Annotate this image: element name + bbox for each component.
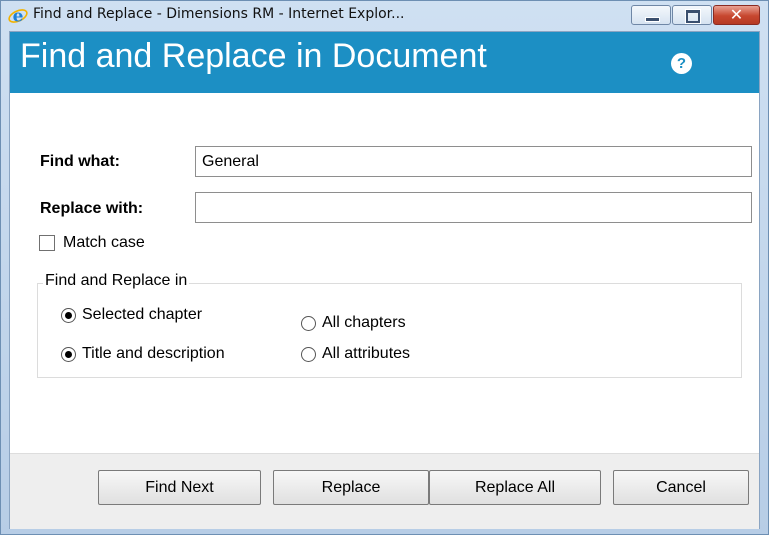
title-and-description-label[interactable]: Title and description — [82, 345, 225, 363]
close-button[interactable]: ✕ — [713, 5, 760, 25]
maximize-icon — [686, 10, 700, 23]
internet-explorer-icon: e — [8, 7, 28, 27]
help-icon[interactable]: ? — [671, 53, 692, 74]
svg-text:e: e — [13, 7, 24, 27]
window-titlebar[interactable]: e Find and Replace - Dimensions RM - Int… — [1, 1, 768, 31]
close-icon: ✕ — [729, 5, 744, 24]
dialog-footer: Find Next Replace Replace All Cancel — [10, 453, 759, 529]
dialog-header: Find and Replace in Document ? — [10, 32, 759, 93]
window-title: Find and Replace - Dimensions RM - Inter… — [33, 6, 405, 22]
dialog-content: Find and Replace in Document ? Find what… — [9, 31, 760, 529]
replace-with-label: Replace with: — [40, 200, 144, 217]
all-attributes-radio[interactable] — [301, 347, 316, 362]
all-chapters-label[interactable]: All chapters — [322, 314, 406, 332]
all-chapters-radio[interactable] — [301, 316, 316, 331]
replace-all-button[interactable]: Replace All — [429, 470, 601, 505]
find-next-button[interactable]: Find Next — [98, 470, 261, 505]
match-case-label[interactable]: Match case — [63, 234, 145, 252]
find-what-label: Find what: — [40, 153, 120, 170]
selected-chapter-radio[interactable] — [61, 308, 76, 323]
title-and-description-radio[interactable] — [61, 347, 76, 362]
maximize-button[interactable] — [672, 5, 712, 25]
match-case-checkbox[interactable] — [39, 235, 55, 251]
minimize-button[interactable] — [631, 5, 671, 25]
all-attributes-label[interactable]: All attributes — [322, 345, 410, 363]
minimize-icon — [645, 17, 660, 22]
cancel-button[interactable]: Cancel — [613, 470, 749, 505]
browser-window: e Find and Replace - Dimensions RM - Int… — [0, 0, 769, 535]
scope-legend: Find and Replace in — [43, 272, 190, 290]
selected-chapter-label[interactable]: Selected chapter — [82, 306, 202, 324]
replace-button[interactable]: Replace — [273, 470, 429, 505]
page-title: Find and Replace in Document — [20, 37, 487, 75]
replace-with-input[interactable] — [195, 192, 752, 223]
find-what-input[interactable] — [195, 146, 752, 177]
